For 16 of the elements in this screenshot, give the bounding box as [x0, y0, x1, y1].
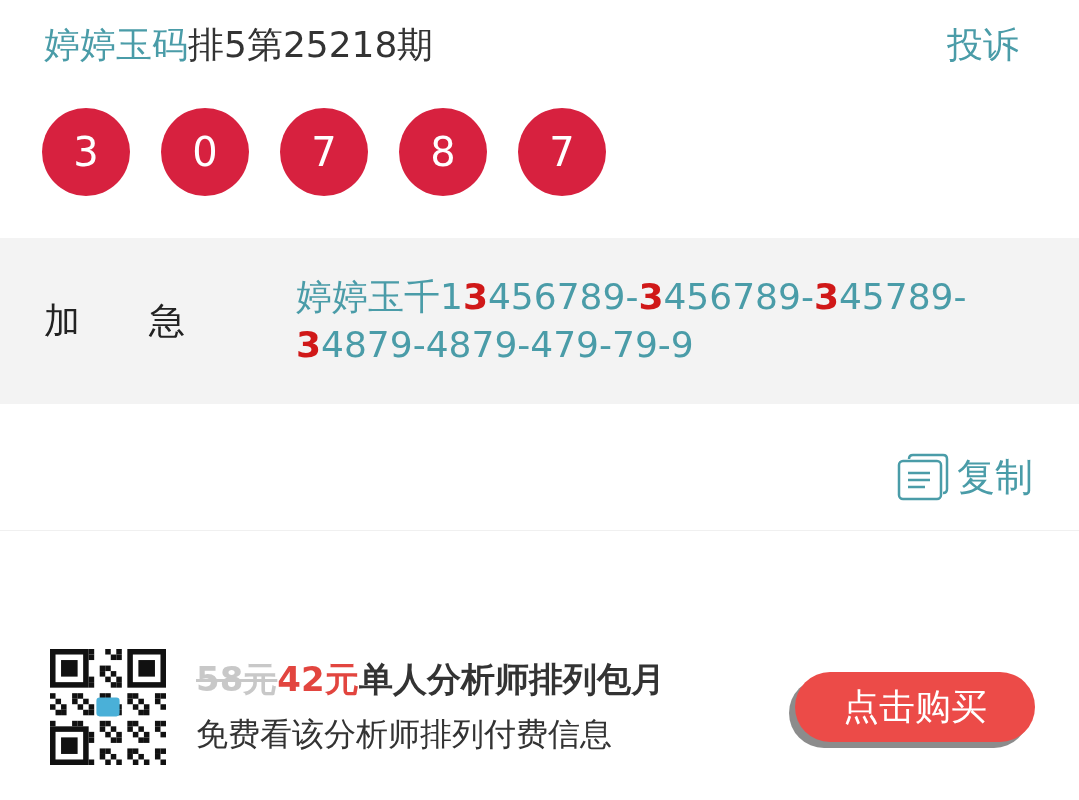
analyst-name: 婷婷玉码	[44, 22, 188, 67]
number-ball: 8	[399, 108, 487, 196]
number-ball: 3	[42, 108, 130, 196]
new-price: 42元	[277, 658, 359, 701]
number-ball: 0	[161, 108, 249, 196]
plan-title: 单人分析师排列包月	[358, 658, 665, 701]
number-ball: 7	[518, 108, 606, 196]
report-link[interactable]: 投诉	[947, 20, 1019, 70]
urgent-label: 加 急	[43, 298, 187, 343]
copy-button[interactable]: 复制	[897, 450, 1033, 504]
copy-icon	[897, 453, 949, 501]
qr-code-icon	[50, 649, 166, 765]
number-ball: 7	[280, 108, 368, 196]
prediction-text: 婷婷玉千13456789-3456789-345789-34879-4879-479-79-9	[296, 275, 968, 367]
plan-description: 免费看该分析师排列付费信息	[196, 714, 613, 755]
issue-title: 排5第25218期	[188, 22, 434, 67]
